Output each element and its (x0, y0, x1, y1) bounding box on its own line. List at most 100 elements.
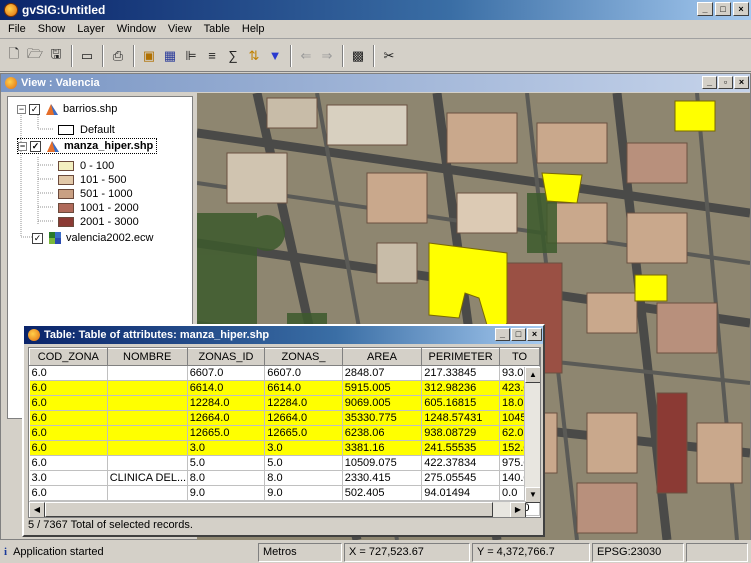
menu-layer[interactable]: Layer (71, 23, 111, 35)
table-cell[interactable]: 9069.005 (342, 395, 423, 411)
back-arrow-icon[interactable]: ⇐ (296, 45, 316, 67)
table-cell[interactable]: 94.01494 (421, 485, 501, 501)
table-cell[interactable]: 312.98236 (421, 380, 501, 396)
statistics-icon[interactable]: ⊫ (181, 45, 201, 67)
table-cell[interactable]: 6.0 (29, 380, 108, 396)
table-cell[interactable]: 3.0 (29, 470, 108, 486)
table-cell[interactable]: 35330.775 (342, 410, 423, 426)
table-cell[interactable]: 6238.06 (342, 425, 423, 441)
table-cell[interactable] (107, 395, 188, 411)
collapse-toggle[interactable]: − (18, 141, 27, 151)
table-cell[interactable] (107, 455, 188, 471)
table-row[interactable]: 6.0 6607.0 6607.0 2848.07 217.33845 93.0 (29, 365, 540, 381)
new-window-icon[interactable]: ▭ (77, 45, 97, 67)
tools-icon[interactable]: ✂ (379, 45, 399, 67)
layer-manza-hiper[interactable]: − ✓ manza_hiper.shp (17, 138, 158, 154)
copy-layer-icon[interactable]: ▣ (139, 45, 159, 67)
table-cell[interactable]: 6.0 (29, 440, 108, 456)
table-cell[interactable] (107, 365, 188, 381)
new-file-icon[interactable]: 🗋 (4, 45, 24, 67)
table-cell[interactable]: 5.0 (187, 455, 266, 471)
table-cell[interactable]: 275.05545 (421, 470, 501, 486)
table-cell[interactable]: 6607.0 (264, 365, 343, 381)
horizontal-scrollbar[interactable]: ◀ ▶ (29, 501, 526, 517)
table-cell[interactable] (107, 380, 188, 396)
table-cell[interactable] (107, 440, 188, 456)
table-cell[interactable]: 6.0 (29, 425, 108, 441)
table-cell[interactable]: 12665.0 (264, 425, 343, 441)
forward-arrow-icon[interactable]: ⇒ (317, 45, 337, 67)
table-cell[interactable]: 8.0 (187, 470, 266, 486)
table-close-button[interactable]: × (527, 328, 542, 341)
table-row[interactable]: 6.0 9.0 9.0 502.405 94.01494 0.0 (29, 485, 540, 501)
table-cell[interactable]: 6.0 (29, 395, 108, 411)
layer-barrios[interactable]: − ✓ barrios.shp (17, 101, 117, 117)
scroll-right-button[interactable]: ▶ (510, 502, 526, 517)
column-header[interactable]: TO (499, 348, 540, 366)
view-close-button[interactable]: × (734, 76, 749, 89)
column-header[interactable]: COD_ZONA (29, 348, 108, 366)
open-folder-icon[interactable]: 🗁 (25, 45, 45, 67)
table-icon[interactable]: ▦ (160, 45, 180, 67)
table-cell[interactable]: 6.0 (29, 365, 108, 381)
filter-icon[interactable]: ▼ (265, 45, 285, 67)
layer-checkbox[interactable]: ✓ (30, 140, 41, 152)
table-cell[interactable]: 3.0 (264, 440, 343, 456)
table-cell[interactable]: 6.0 (29, 455, 108, 471)
table-maximize-button[interactable]: □ (511, 328, 526, 341)
menu-show[interactable]: Show (32, 23, 72, 35)
attribute-grid[interactable]: COD_ZONA NOMBRE ZONAS_ID ZONAS_ AREA PER… (28, 347, 541, 518)
menu-window[interactable]: Window (111, 23, 162, 35)
table-cell[interactable]: 12284.0 (187, 395, 266, 411)
table-cell[interactable]: 1248.57431 (421, 410, 501, 426)
minimize-button[interactable]: _ (697, 2, 713, 16)
table-cell[interactable]: 3.0 (187, 440, 266, 456)
table-cell[interactable]: 5915.005 (342, 380, 423, 396)
scroll-up-button[interactable]: ▲ (525, 367, 540, 383)
table-cell[interactable]: 217.33845 (421, 365, 501, 381)
table-cell[interactable]: 3381.16 (342, 440, 423, 456)
layer-checkbox[interactable]: ✓ (32, 232, 43, 244)
column-header[interactable]: PERIMETER (421, 348, 501, 366)
table-cell[interactable]: CLINICA DEL... (107, 470, 188, 486)
table-cell[interactable]: 2330.415 (342, 470, 423, 486)
table-row[interactable]: 6.0 12664.0 12664.0 35330.775 1248.57431 1045… (29, 410, 540, 426)
save-icon[interactable]: 🖫 (46, 45, 66, 67)
table-cell[interactable]: 6614.0 (187, 380, 266, 396)
sort-icon[interactable]: ≡ (202, 45, 222, 67)
vertical-scrollbar[interactable]: ▲ ▼ (524, 367, 540, 503)
table-cell[interactable]: 9.0 (264, 485, 343, 501)
table-cell[interactable]: 8.0 (264, 470, 343, 486)
table-row[interactable]: 6.0 6614.0 6614.0 5915.005 312.98236 423.0 (29, 380, 540, 396)
table-cell[interactable]: 6.0 (29, 485, 108, 501)
table-cell[interactable]: 938.08729 (421, 425, 501, 441)
horizontal-scroll-thumb[interactable] (45, 502, 493, 517)
view-restore-button[interactable]: ▫ (718, 76, 733, 89)
table-cell[interactable]: 241.55535 (421, 440, 501, 456)
table-minimize-button[interactable]: _ (495, 328, 510, 341)
table-row[interactable]: 6.0 12284.0 12284.0 9069.005 605.16815 18.0 (29, 395, 540, 411)
table-cell[interactable]: 6614.0 (264, 380, 343, 396)
collapse-toggle[interactable]: − (17, 104, 26, 114)
table-cell[interactable]: 6607.0 (187, 365, 266, 381)
table-cell[interactable]: 12284.0 (264, 395, 343, 411)
column-header[interactable]: ZONAS_ (264, 348, 343, 366)
table-cell[interactable] (107, 425, 188, 441)
column-header[interactable]: ZONAS_ID (186, 348, 266, 366)
sum-icon[interactable]: ∑ (223, 45, 243, 67)
table-row[interactable]: 3.0 CLINICA DEL... 8.0 8.0 2330.415 275.05545… (29, 470, 540, 486)
layer-valencia2002[interactable]: ✓ valencia2002.ecw (32, 230, 153, 246)
menu-help[interactable]: Help (236, 23, 271, 35)
table-cell[interactable]: 6.0 (29, 410, 108, 426)
menu-table[interactable]: Table (198, 23, 236, 35)
table-cell[interactable]: 2848.07 (342, 365, 423, 381)
menu-view[interactable]: View (162, 23, 198, 35)
table-cell[interactable]: 9.0 (187, 485, 266, 501)
table-cell[interactable]: 502.405 (342, 485, 423, 501)
table-row[interactable]: 6.0 12665.0 12665.0 6238.06 938.08729 62.0 (29, 425, 540, 441)
table-cell[interactable] (107, 410, 188, 426)
maximize-button[interactable]: □ (715, 2, 731, 16)
view-minimize-button[interactable]: _ (702, 76, 717, 89)
table-cell[interactable]: 5.0 (264, 455, 343, 471)
print-icon[interactable]: ⎙ (108, 45, 128, 67)
